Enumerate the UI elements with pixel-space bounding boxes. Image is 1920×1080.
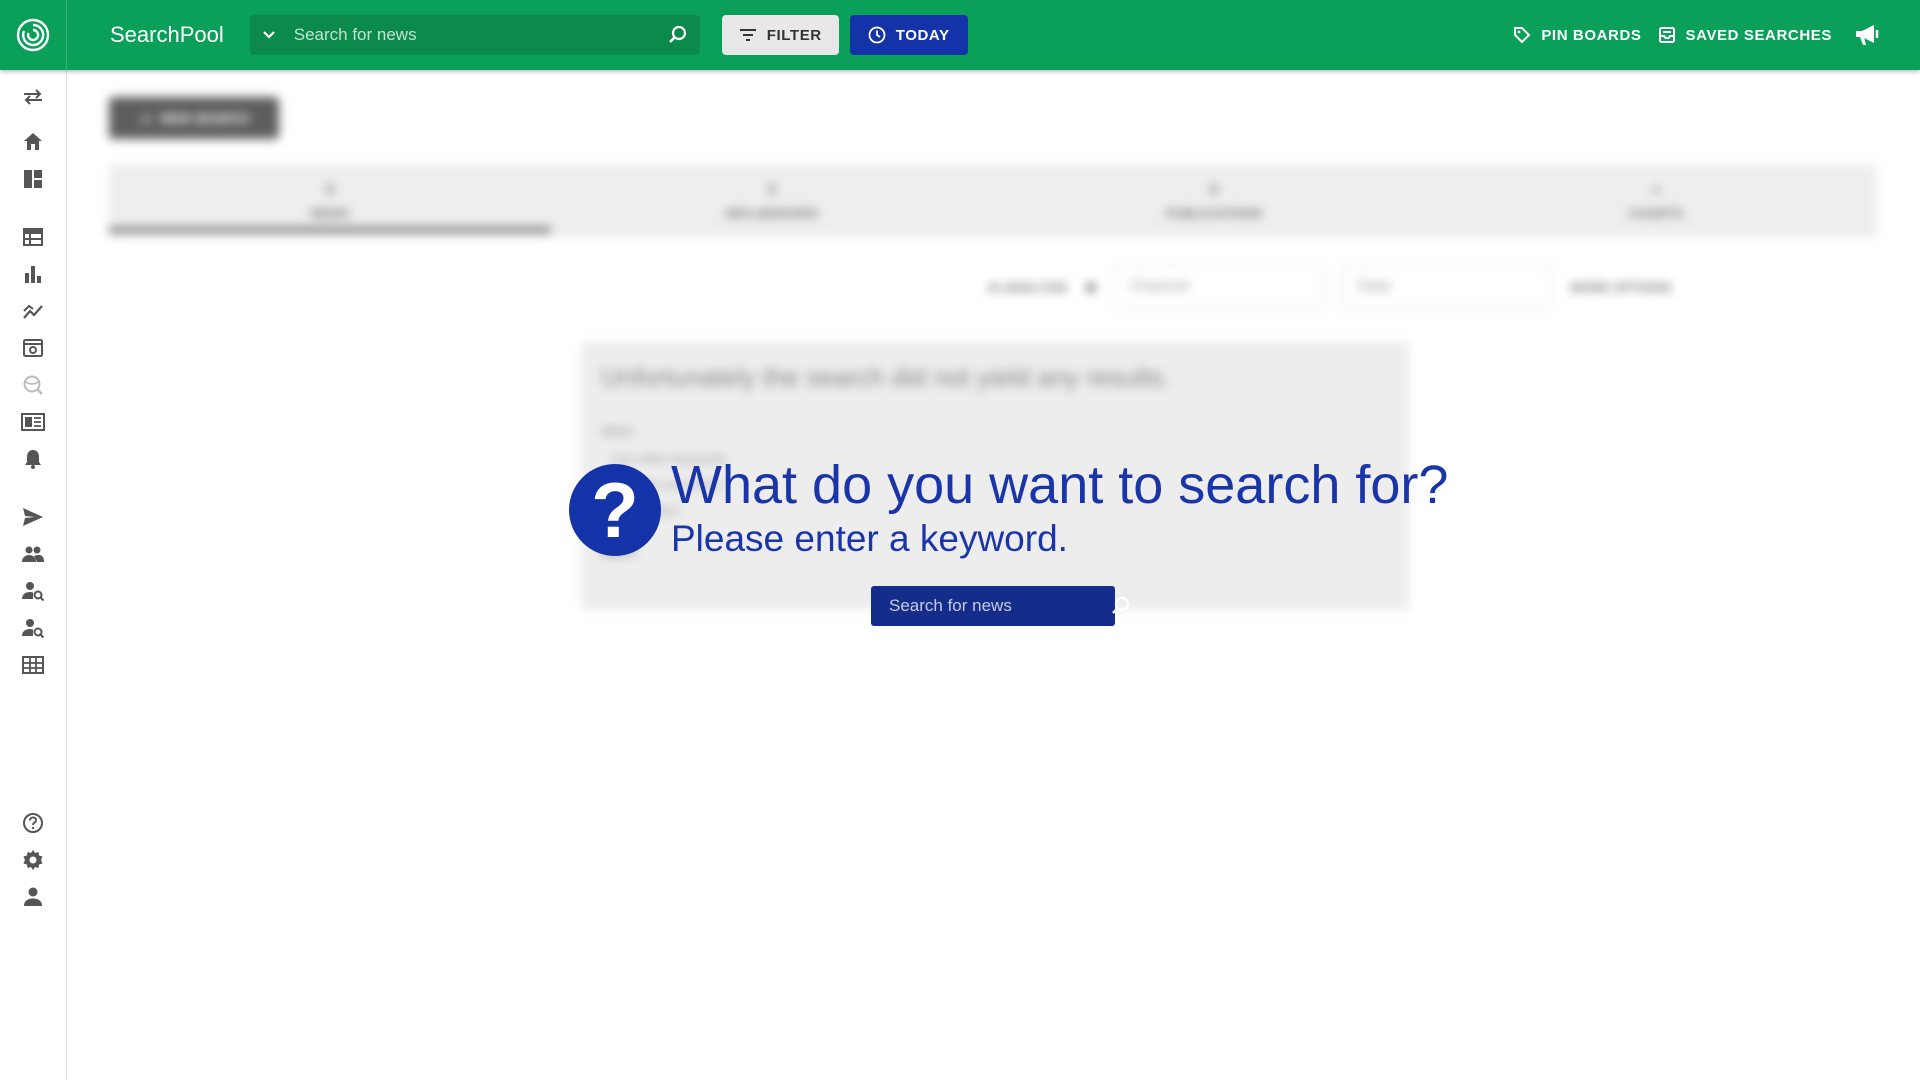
chevron-down-icon	[262, 31, 275, 39]
home-icon[interactable]	[21, 130, 45, 154]
dashboard-icon[interactable]	[21, 167, 45, 191]
saved-searches-link[interactable]: SAVED SEARCHES	[1658, 26, 1832, 44]
header-search-input[interactable]	[287, 15, 656, 55]
help-icon[interactable]	[21, 811, 45, 835]
tab-count: 0	[767, 181, 777, 198]
hint-title: Ideas	[601, 423, 633, 438]
bell-icon[interactable]	[21, 447, 45, 471]
clock-icon	[868, 26, 886, 44]
group-select: Channel	[1114, 265, 1325, 309]
no-results-message: Unfortunately the search did not yield a…	[601, 362, 1171, 392]
prompt-title: What do you want to search for?	[671, 455, 1449, 515]
filter-icon	[739, 29, 756, 41]
announcements-button[interactable]	[1854, 22, 1882, 48]
pin-boards-label: PIN BOARDS	[1541, 26, 1642, 44]
person-search-icon[interactable]	[21, 579, 45, 603]
results-toolbar: AI ANALYSIS ◼ Channel Date MORE OPTIONS	[987, 265, 1877, 309]
send-icon[interactable]	[21, 505, 45, 529]
tag-icon	[1514, 27, 1531, 44]
question-icon: ?	[569, 464, 661, 556]
calendar-table-icon[interactable]	[21, 225, 45, 249]
today-label: TODAY	[895, 26, 950, 44]
today-button[interactable]: TODAY	[849, 15, 968, 55]
header-search-button[interactable]	[656, 15, 700, 55]
search-mode-dropdown[interactable]	[250, 15, 288, 55]
tab-label: INFLUENCERS	[725, 206, 819, 221]
line-chart-icon[interactable]	[21, 299, 45, 323]
tab-label: CHARTS	[1628, 206, 1684, 221]
swap-icon[interactable]	[21, 85, 45, 109]
user-icon[interactable]	[21, 885, 45, 909]
more-options-button: MORE OPTIONS	[1570, 279, 1672, 295]
people-icon[interactable]	[21, 542, 45, 566]
brand-name[interactable]: SearchPool	[110, 22, 224, 48]
search-icon	[1112, 596, 1130, 614]
tab-label: NEWS	[310, 206, 350, 221]
settings-icon[interactable]	[21, 848, 45, 872]
sort-select: Date	[1342, 265, 1553, 309]
prompt-search-button[interactable]	[1110, 586, 1132, 626]
prompt-search	[871, 586, 1130, 626]
megaphone-icon	[1856, 25, 1879, 45]
grid-icon[interactable]	[21, 653, 45, 677]
ai-analysis-button: AI ANALYSIS	[987, 279, 1068, 295]
bar-chart-icon[interactable]	[21, 262, 45, 286]
prompt-search-input[interactable]	[871, 586, 1110, 626]
blurred-background: ＋ NEW SEARCH 0 NEWS 0 INFLUENCERS 0 PUBL…	[67, 70, 1920, 1080]
search-icon	[668, 25, 686, 43]
new-search-label: NEW SEARCH	[160, 110, 249, 126]
new-search-button: ＋ NEW SEARCH	[109, 97, 279, 139]
logo-icon	[16, 18, 50, 52]
saved-searches-label: SAVED SEARCHES	[1685, 26, 1832, 44]
tab-influencers: 0 INFLUENCERS	[551, 165, 993, 237]
tab-charts: ◕ CHARTS	[1435, 165, 1877, 237]
logo[interactable]	[0, 0, 67, 70]
top-bar: SearchPool FILTER TODAY PIN BOARDS SAVED…	[0, 0, 1920, 70]
newspaper-icon[interactable]	[21, 410, 45, 434]
filter-label: FILTER	[766, 26, 822, 44]
prompt-subtitle: Please enter a keyword.	[671, 518, 1068, 559]
tab-publications: 0 PUBLICATIONS	[993, 165, 1435, 237]
header-search	[249, 15, 700, 55]
active-tab-indicator	[109, 227, 551, 233]
pie-chart-icon: ◕	[1651, 181, 1661, 198]
inbox-icon	[1658, 27, 1675, 43]
filter-button[interactable]: FILTER	[721, 15, 839, 55]
sidebar	[0, 70, 67, 1080]
monitor-icon[interactable]	[21, 336, 45, 360]
person-search-icon[interactable]	[21, 616, 45, 640]
pin-boards-link[interactable]: PIN BOARDS	[1513, 26, 1641, 44]
tab-label: PUBLICATIONS	[1165, 206, 1263, 221]
globe-search-icon[interactable]	[21, 373, 45, 397]
plus-icon: ＋	[139, 111, 153, 127]
tab-count: 0	[1209, 181, 1219, 198]
tab-count: 0	[325, 181, 335, 198]
toggle-switch: ◼	[1085, 279, 1097, 294]
